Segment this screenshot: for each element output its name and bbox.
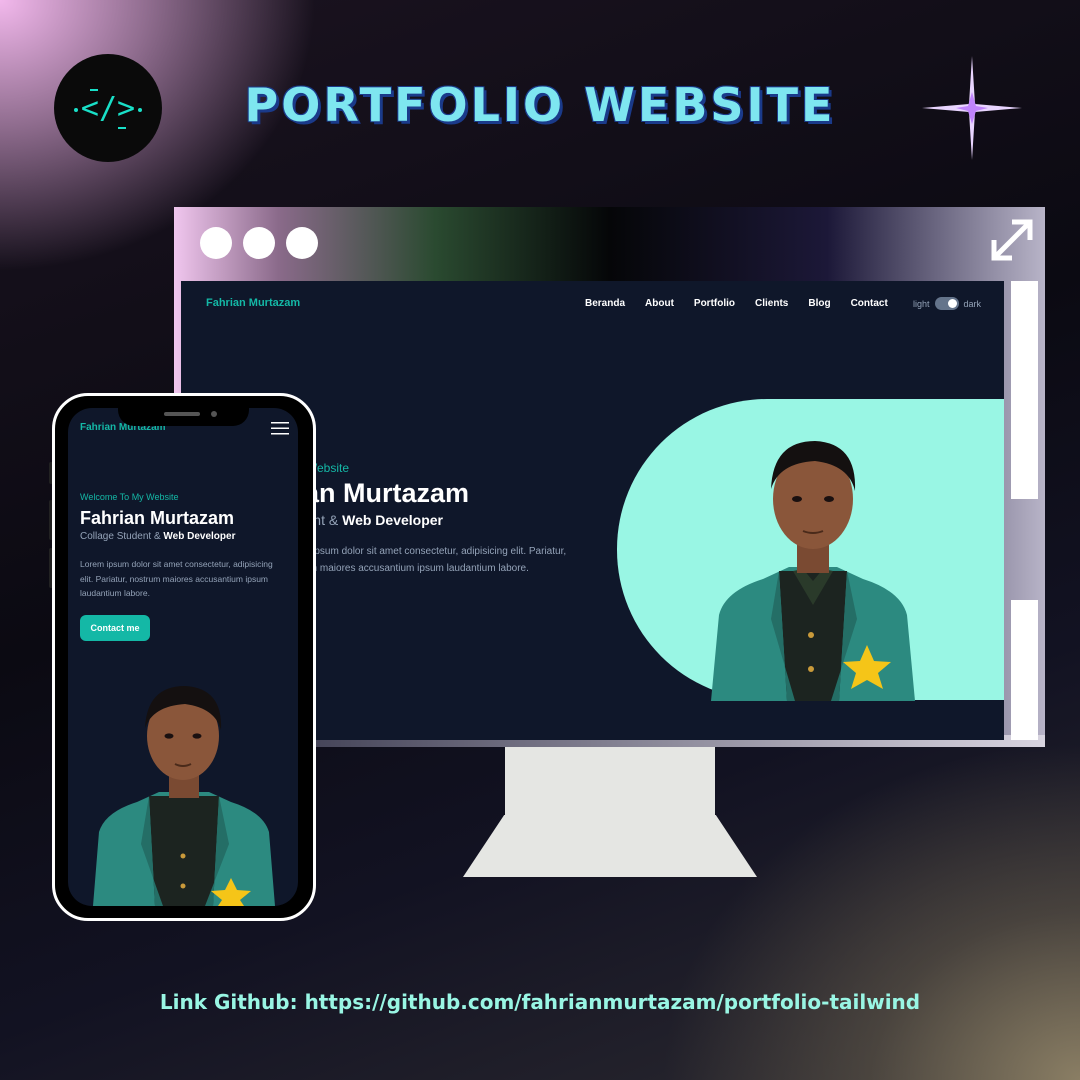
mobile-hero-welcome: Welcome To My Website [80,492,179,502]
hero-role-strong: Web Developer [342,512,443,528]
desktop-nav: Beranda About Portfolio Clients Blog Con… [585,298,888,309]
phone-screen: Fahrian Murtazam Welcome To My Website F… [68,408,298,906]
nav-item-blog[interactable]: Blog [808,298,830,309]
phone-speaker [164,412,200,416]
banner-title: PORTFOLIO WEBSITE [244,78,836,132]
toggle-light-label: light [913,298,930,309]
nav-item-about[interactable]: About [645,298,674,309]
scrollbar-track-top[interactable] [1011,281,1038,499]
mobile-profile-photo [93,686,275,906]
phone-camera [211,411,217,417]
window-controls [200,227,318,259]
mobile-hero-name: Fahrian Murtazam [80,508,235,528]
profile-photo [711,441,915,701]
mobile-hero-role: Collage Student & Web Developer [80,531,235,542]
hero-description: Lorem ipsum dolor sit amet consectetur, … [281,546,567,574]
mobile-hero-description: Lorem ipsum dolor sit amet consectetur, … [80,559,273,598]
mobile-role-prefix: Collage Student & [80,531,161,542]
window-dot [286,227,318,259]
nav-item-contact[interactable]: Contact [851,298,888,309]
theme-switch[interactable] [934,297,959,310]
hamburger-icon[interactable] [271,422,289,435]
monitor-stand-neck [505,747,715,817]
expand-icon[interactable] [990,218,1034,262]
nav-item-beranda[interactable]: Beranda [585,298,625,309]
theme-toggle: light dark [913,297,981,310]
monitor-stand-base [463,815,757,877]
desktop-brand[interactable]: Fahrian Murtazam [206,297,300,309]
sparkle-icon [922,56,1022,160]
window-dot [243,227,275,259]
github-link[interactable]: Link Github: https://github.com/fahrianm… [0,990,1080,1014]
scrollbar-track-bottom[interactable] [1011,600,1038,740]
nav-item-clients[interactable]: Clients [755,298,788,309]
contact-me-button[interactable]: Contact me [80,615,150,641]
window-dot [200,227,232,259]
toggle-dark-label: dark [963,298,982,309]
mobile-role-strong: Web Developer [163,531,236,542]
nav-item-portfolio[interactable]: Portfolio [694,298,735,309]
